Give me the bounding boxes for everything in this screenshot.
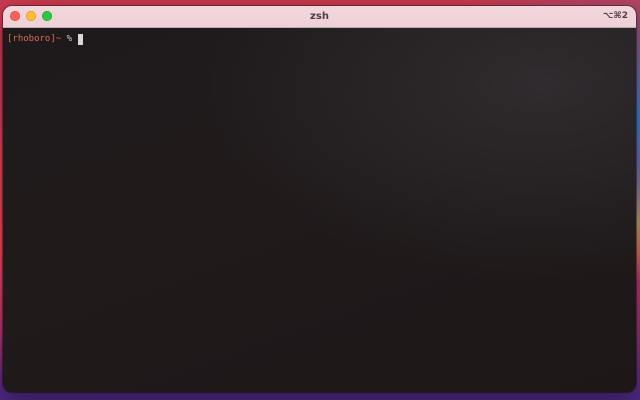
terminal-window: zsh ⌥⌘2 [rhoboro]~ %	[3, 6, 636, 392]
window-shortcut: ⌥⌘2	[603, 11, 628, 21]
text-cursor	[78, 33, 84, 45]
prompt-symbol: %	[61, 34, 78, 44]
prompt-user: [rhoboro]~	[7, 34, 62, 44]
title-bar[interactable]: zsh ⌥⌘2	[3, 6, 636, 28]
prompt-line: [rhoboro]~ %	[7, 33, 84, 45]
terminal-content[interactable]: [rhoboro]~ %	[3, 28, 636, 392]
window-title: zsh	[310, 11, 329, 22]
